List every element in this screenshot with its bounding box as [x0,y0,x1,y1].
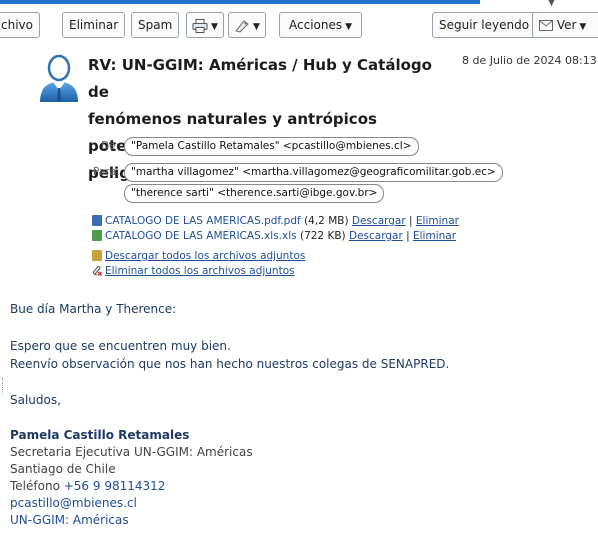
signature-city: Santiago de Chile [10,462,116,476]
download-all-link[interactable]: Descargar todos los archivos adjuntos [105,250,305,262]
actions-button[interactable]: Acciones ▼ [279,12,363,38]
link-separator: | [406,230,410,242]
attachment-size: (4,2 MB) [304,215,349,227]
message-date: 8 de Julio de 2024 08:13 [462,54,597,67]
chevron-down-icon: ▼ [253,22,260,32]
download-link[interactable]: Descargar [352,215,406,227]
delete-label: Eliminar [69,18,119,32]
follow-reading-button[interactable]: Seguir leyendo [432,12,537,38]
chevron-down-icon: ▼ [211,22,218,32]
view-label: Ver [556,18,577,32]
to-address-1[interactable]: "martha villagomez" <martha.villagomez@g… [124,163,503,182]
accent-line [0,0,480,4]
signature-phone-row: Teléfono +56 9 98114312 [10,479,165,493]
to-label: Para: [93,166,120,178]
paperclip-delete-icon [93,265,102,276]
from-address[interactable]: "Pamela Castillo Retamales" <pcastillo@m… [124,137,419,156]
print-button[interactable]: ▼ [186,12,224,38]
message-toolbar: chivo Eliminar Spam ▼ ▼ Acciones ▼ Seguir… [0,12,598,38]
download-all-row: Descargar todos los archivos adjuntos [92,250,305,263]
attachment-row: CATALOGO DE LAS AMERICAS.xls.xls (722 KB… [92,230,456,243]
spreadsheet-file-icon [92,230,102,241]
archive-label: chivo [1,18,33,32]
delete-all-row: Eliminar todos los archivos adjuntos [92,265,295,278]
delete-button[interactable]: Eliminar [62,12,126,38]
download-link[interactable]: Descargar [349,230,403,242]
follow-label: Seguir leyendo [439,18,530,32]
top-accent-bar: ▼ [0,0,598,8]
tag-button[interactable]: ▼ [228,12,266,38]
view-button[interactable]: Ver ▼ [532,12,598,38]
link-separator: | [409,215,413,227]
closing-text: Saludos, [10,393,61,407]
subject-line-1: RV: UN-GGIM: Américas / Hub y Catálogo d… [88,56,432,101]
envelope-icon [539,20,553,31]
signature-title: Secretaria Ejecutiva UN-GGIM: Américas [10,445,253,459]
attachment-size: (722 KB) [299,230,346,242]
body-line-2: Reenvío observación que nos han hecho nu… [10,357,450,371]
pdf-file-icon [92,215,102,226]
greeting-text: Bue día Martha y Therence: [10,302,177,316]
attachment-row: CATALOGO DE LAS AMERICAS.pdf.pdf (4,2 MB… [92,215,459,228]
actions-label: Acciones [289,18,343,32]
tag-icon [235,19,249,33]
sender-avatar-icon [40,54,78,102]
delete-all-link[interactable]: Eliminar todos los archivos adjuntos [105,265,295,277]
attachment-name[interactable]: CATALOGO DE LAS AMERICAS.xls.xls [105,230,297,242]
body-line-1: Espero que se encuentren muy bien. [10,339,231,353]
signature-org: UN-GGIM: Américas [10,513,129,527]
resize-grip[interactable] [2,378,4,394]
chevron-down-icon: ▼ [579,22,587,32]
archive-button[interactable]: chivo [0,12,40,38]
signature-email[interactable]: pcastillo@mbienes.cl [10,496,137,510]
delete-attachment-link[interactable]: Eliminar [413,230,456,242]
signature-name: Pamela Castillo Retamales [10,428,190,442]
attachment-name[interactable]: CATALOGO DE LAS AMERICAS.pdf.pdf [105,215,301,227]
from-label: De: [101,140,120,152]
printer-icon [192,18,208,33]
chevron-down-icon[interactable]: ▼ [548,0,555,8]
delete-attachment-link[interactable]: Eliminar [416,215,459,227]
phone-label: Teléfono [10,479,60,493]
spam-label: Spam [138,18,173,32]
chevron-down-icon: ▼ [345,22,353,32]
phone-number[interactable]: +56 9 98114312 [64,479,166,493]
to-address-2[interactable]: "therence sarti" <therence.sarti@ibge.go… [124,184,385,203]
spam-button[interactable]: Spam [131,12,180,38]
archive-download-icon [92,250,102,261]
